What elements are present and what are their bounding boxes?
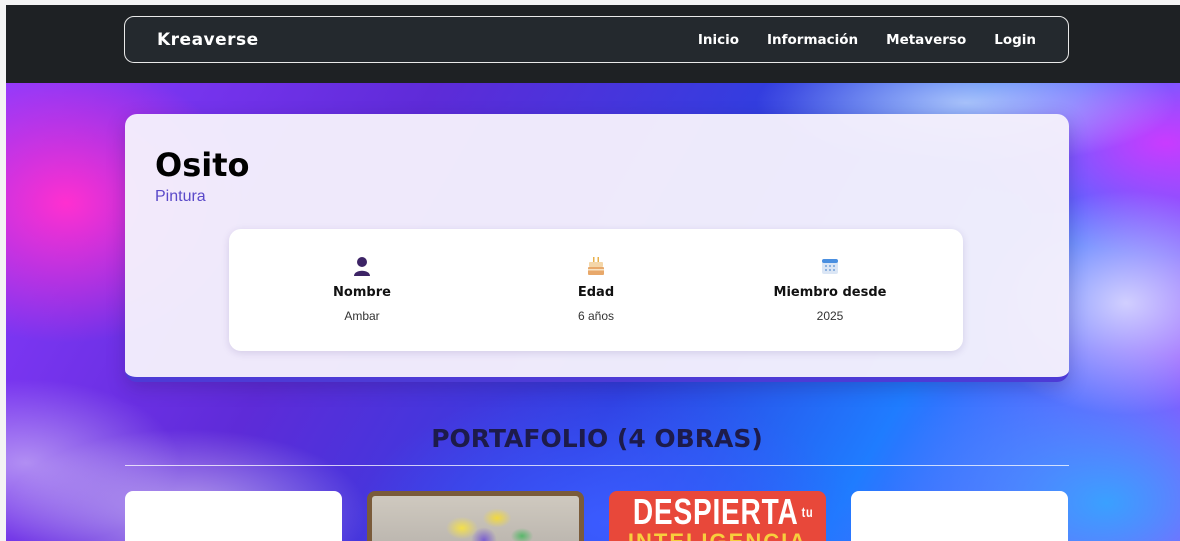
portfolio-work-card-1[interactable] <box>125 491 342 541</box>
poster-superscript: tu <box>801 504 814 520</box>
user-icon <box>262 255 462 277</box>
birthday-cake-icon <box>496 255 696 277</box>
nav-link-login[interactable]: Login <box>994 32 1036 48</box>
poster-headline: DESPIERTA tu <box>632 491 813 532</box>
portfolio-divider <box>125 465 1069 466</box>
info-label: Nombre <box>333 285 391 300</box>
nav-link-metaverso[interactable]: Metaverso <box>886 32 966 48</box>
nav-link-informacion[interactable]: Información <box>767 32 858 48</box>
info-label: Miembro desde <box>773 285 887 300</box>
profile-info-box: Nombre Ambar Edad 6 años Miembro desde 2… <box>229 229 963 351</box>
calendar-icon <box>730 255 930 277</box>
poster-line-1: DESPIERTA <box>632 491 799 532</box>
profile-name: Osito <box>155 146 250 184</box>
portfolio-work-card-2[interactable] <box>367 491 584 541</box>
portfolio-work-card-3[interactable]: DESPIERTAtu INTELIGENCIA <box>609 491 826 541</box>
nav-link-inicio[interactable]: Inicio <box>698 32 739 48</box>
navbar: Kreaverse Inicio Información Metaverso L… <box>124 16 1069 63</box>
portfolio-title: PORTAFOLIO (4 OBRAS) <box>431 424 763 453</box>
info-item-edad: Edad 6 años <box>496 255 696 323</box>
profile-category: Pintura <box>155 188 206 205</box>
brand-logo[interactable]: Kreaverse <box>157 30 259 50</box>
profile-card: Osito Pintura Nombre Ambar Edad 6 años M… <box>125 114 1069 382</box>
info-value: Ambar <box>344 309 380 323</box>
window-frame-top <box>0 0 1180 5</box>
info-item-miembro-desde: Miembro desde 2025 <box>730 255 930 323</box>
poster-line-2: INTELIGENCIA <box>609 529 826 541</box>
window-frame-left <box>0 0 6 541</box>
nav-links: Inicio Información Metaverso Login <box>698 32 1036 48</box>
info-value: 6 años <box>577 309 615 323</box>
info-item-nombre: Nombre Ambar <box>262 255 462 323</box>
info-label: Edad <box>577 285 615 300</box>
info-value: 2025 <box>816 309 844 323</box>
portfolio-work-card-4[interactable] <box>851 491 1068 541</box>
